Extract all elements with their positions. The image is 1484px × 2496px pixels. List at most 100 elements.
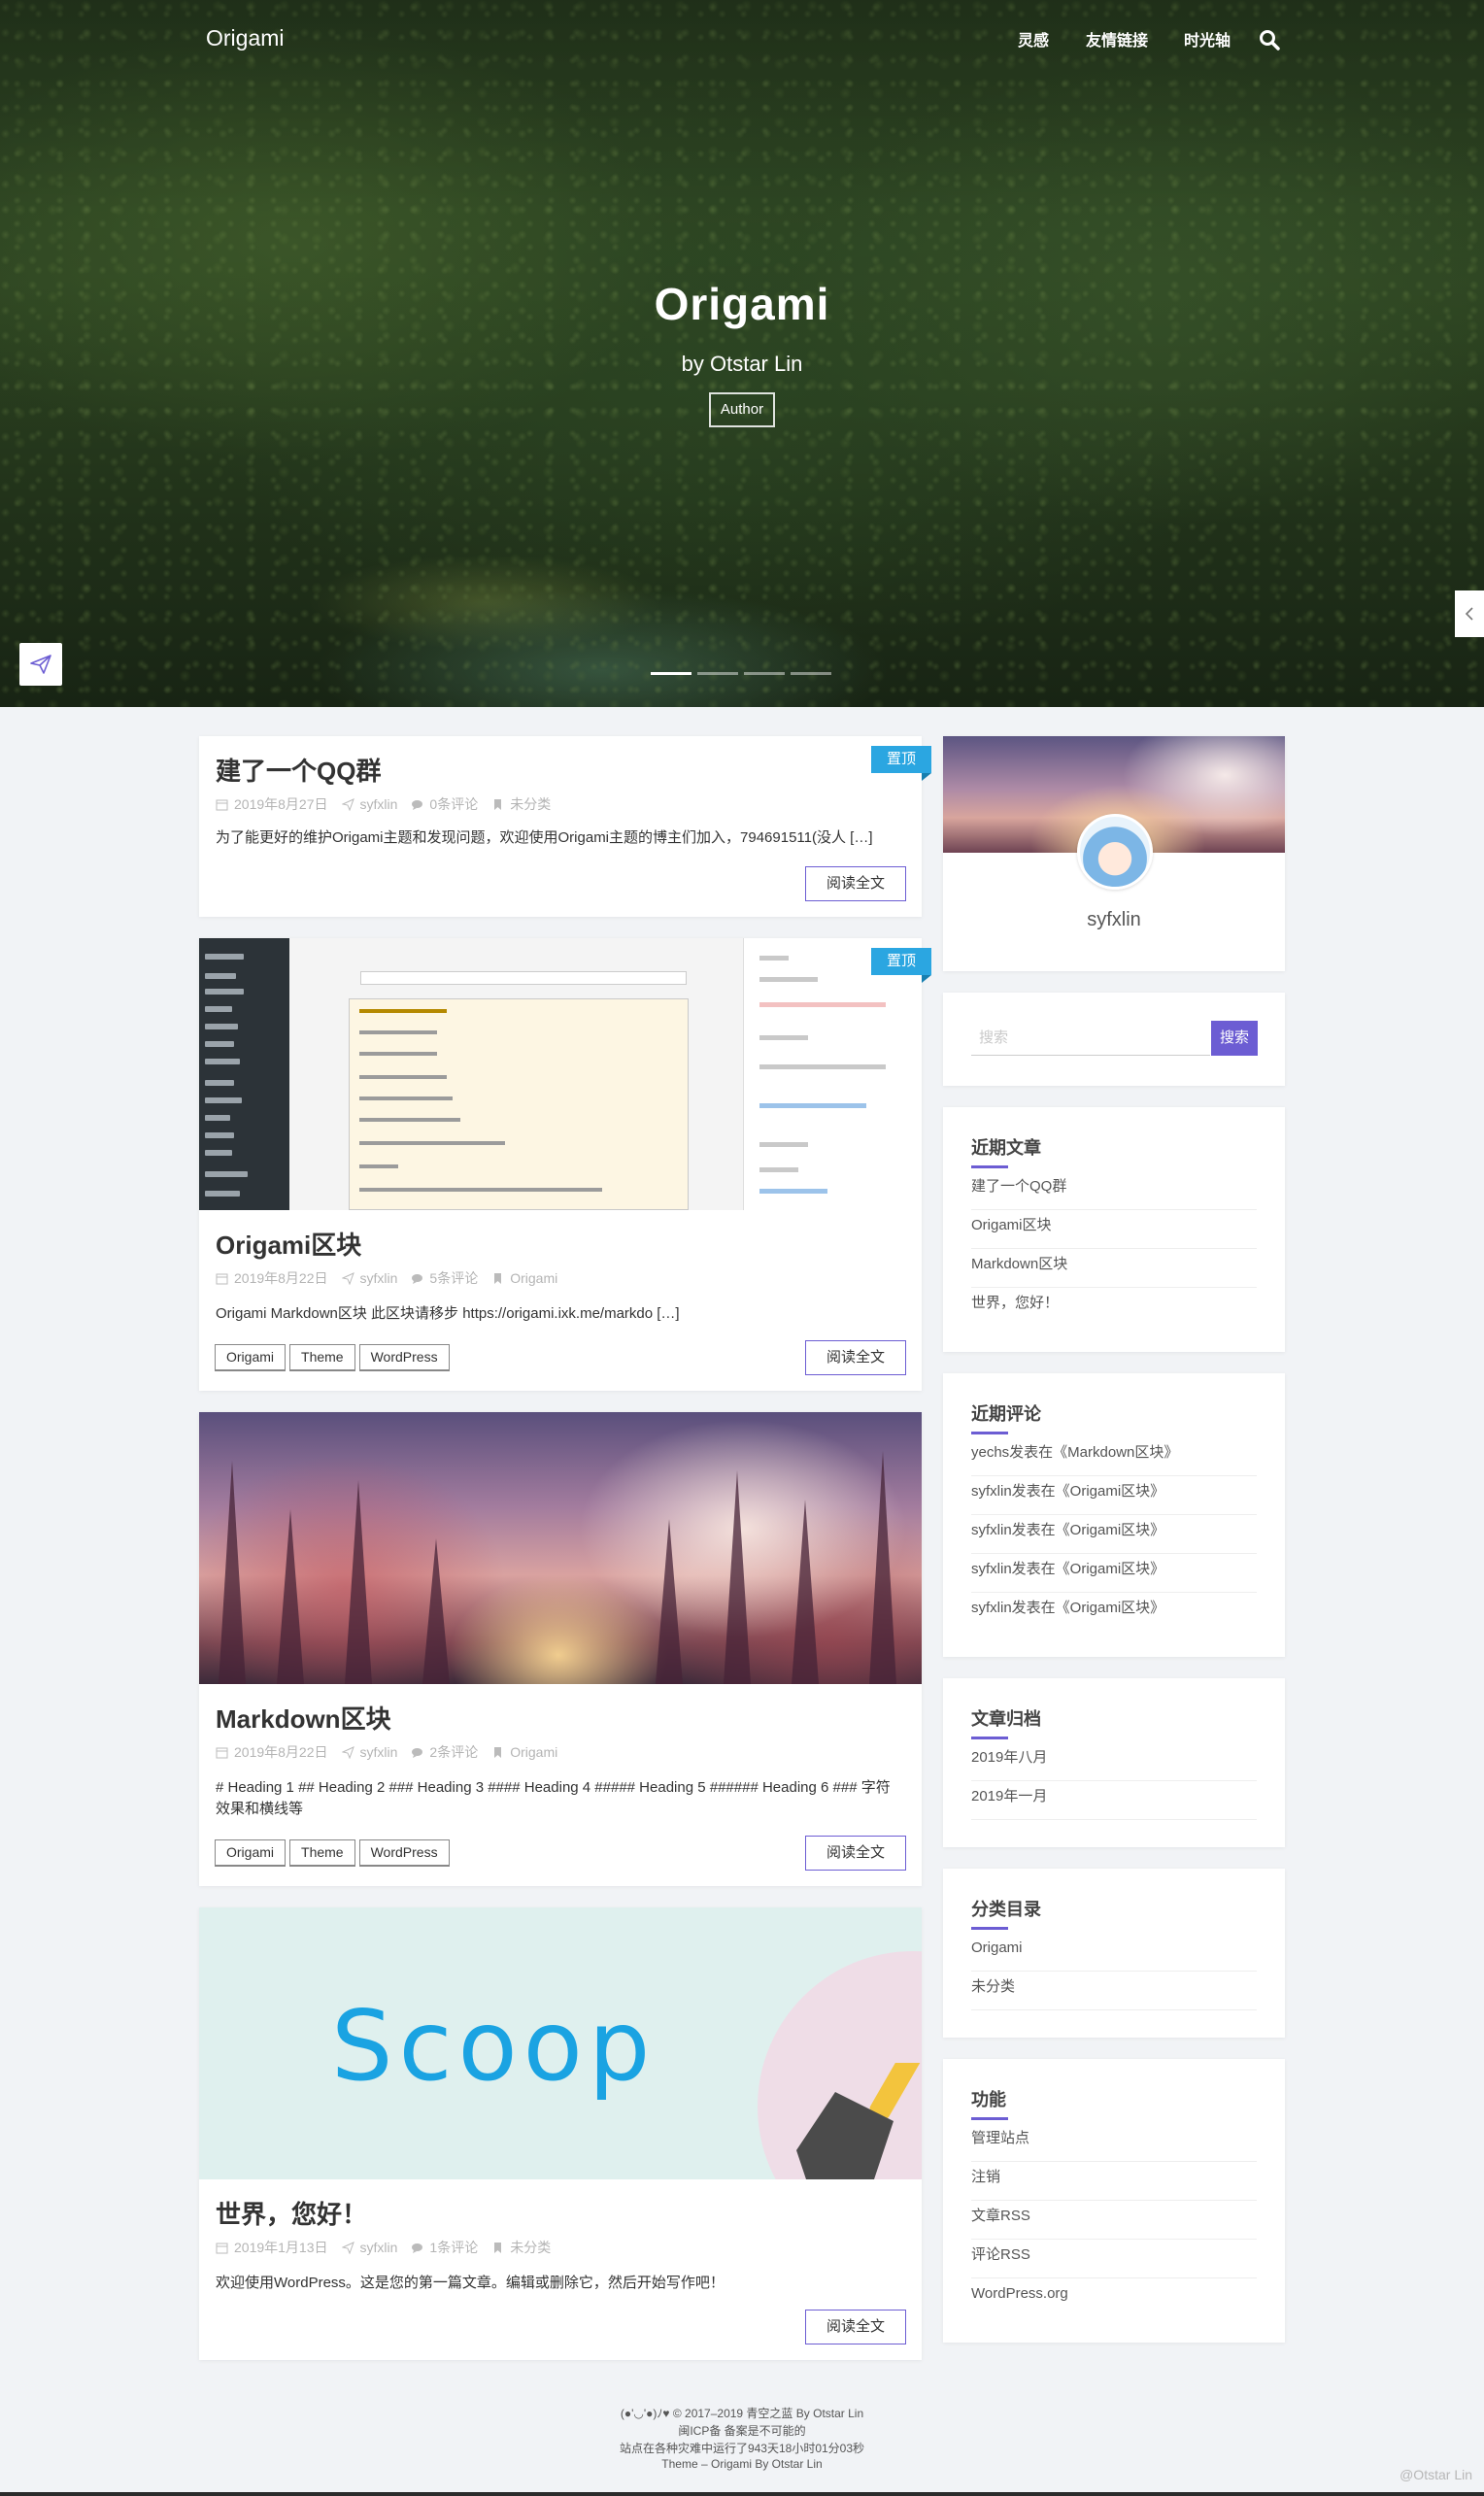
post-thumbnail[interactable]: Scoop [199,1907,922,2179]
recent-comment-link[interactable]: syfxlin发表在《Origami区块》 [971,1515,1257,1554]
calendar-icon [216,2243,228,2253]
meta-link-wordpress[interactable]: WordPress.org [971,2278,1257,2317]
tag[interactable]: WordPress [358,1839,450,1867]
bookmark-icon [494,798,502,810]
post-thumbnail[interactable] [199,938,922,1210]
post-title[interactable]: Markdown区块 [216,1700,391,1736]
footer-icp[interactable]: 闽ICP备 备案是不可能的 [0,2422,1484,2439]
recent-comment-link[interactable]: syfxlin发表在《Origami区块》 [971,1593,1257,1632]
recent-comment-link[interactable]: syfxlin发表在《Origami区块》 [971,1554,1257,1593]
calendar-icon [216,1273,228,1284]
post-author[interactable]: syfxlin [360,1744,398,1760]
post-title[interactable]: Origami区块 [216,1226,361,1262]
nav-item-links[interactable]: 友情链接 [1086,27,1148,51]
footer-theme[interactable]: Theme – Origami By Otstar Lin [0,2457,1484,2471]
chevron-left-icon [1465,607,1473,621]
post-date: 2019年8月22日 [234,1270,328,1286]
post-thumbnail[interactable] [199,1412,922,1684]
read-more-button[interactable]: 阅读全文 [805,2310,906,2344]
post-comments[interactable]: 1条评论 [429,2238,478,2257]
footer-copyright: (●'◡'●)ﾉ♥ © 2017–2019 青空之蓝 By Otstar Lin [620,2407,864,2420]
post-comments[interactable]: 0条评论 [429,794,478,814]
paper-plane-icon [341,2241,354,2254]
archive-link[interactable]: 2019年一月 [971,1781,1257,1820]
tag[interactable]: Theme [289,1344,355,1371]
category-link[interactable]: 未分类 [971,1972,1257,2010]
carousel-dot[interactable] [744,672,785,675]
tag[interactable]: Theme [289,1839,355,1867]
search-input[interactable] [971,1021,1210,1056]
comment-icon [412,1273,423,1284]
post-comments[interactable]: 2条评论 [429,1742,478,1762]
read-more-button[interactable]: 阅读全文 [805,1836,906,1871]
post-author[interactable]: syfxlin [360,1270,398,1286]
tag[interactable]: WordPress [358,1344,450,1371]
read-more-button[interactable]: 阅读全文 [805,866,906,901]
search-widget: 搜索 [943,993,1285,1086]
search-button[interactable]: 搜索 [1211,1021,1258,1056]
meta-link-posts-rss[interactable]: 文章RSS [971,2201,1257,2240]
meta-link-admin[interactable]: 管理站点 [971,2123,1257,2162]
meta-link-comments-rss[interactable]: 评论RSS [971,2240,1257,2278]
nav-item-timeline[interactable]: 时光轴 [1184,27,1231,51]
read-more-button[interactable]: 阅读全文 [805,1340,906,1375]
sidebar-toggle-button[interactable] [1455,590,1484,637]
recent-post-link[interactable]: 世界，您好！ [971,1288,1257,1327]
carousel-dot[interactable] [651,672,691,675]
post-category[interactable]: 未分类 [510,2238,551,2257]
post-card: 置顶 Origami区块 2019年8月22日 syfxlin 5条评论 Ori… [199,938,931,1391]
post-meta: 2019年1月13日 syfxlin 1条评论 未分类 [216,2238,558,2257]
author-badge[interactable]: Author [709,392,775,427]
hero-title: Origami [654,279,830,329]
widget-title: 文章归档 [971,1705,1041,1739]
tag[interactable]: Origami [215,1839,287,1867]
categories-widget: 分类目录 Origami 未分类 [943,1869,1285,2038]
archive-link[interactable]: 2019年八月 [971,1742,1257,1781]
recent-comment-link[interactable]: syfxlin发表在《Origami区块》 [971,1476,1257,1515]
bookmark-icon [494,1746,502,1758]
post-card: Scoop 世界，您好！ 2019年1月13日 syfxlin 1条评论 未分类… [199,1907,922,2360]
recent-post-link[interactable]: 建了一个QQ群 [971,1171,1257,1210]
code-block-image [349,998,689,1210]
post-comments[interactable]: 5条评论 [429,1268,478,1288]
sticky-badge: 置顶 [871,948,931,983]
post-excerpt: 欢迎使用WordPress。这是您的第一篇文章。编辑或删除它，然后开始写作吧！ [216,2275,725,2291]
post-category[interactable]: Origami [510,1744,557,1760]
recent-comment-link[interactable]: yechs发表在《Markdown区块》 [971,1437,1257,1476]
post-author[interactable]: syfxlin [360,796,398,812]
carousel-dot[interactable] [791,672,831,675]
carousel-indicators [651,672,835,675]
editor-sidebar-image [199,938,289,1210]
post-card: 置顶 建了一个QQ群 2019年8月27日 syfxlin 0条评论 未分类 为… [199,736,931,917]
post-title[interactable]: 建了一个QQ群 [216,752,381,788]
bottom-bar [0,2492,1484,2496]
send-button[interactable] [19,643,62,686]
profile-name: syfxlin [1087,909,1141,930]
post-category[interactable]: 未分类 [510,794,551,814]
search-icon[interactable] [1259,29,1280,51]
shovel-icon [796,2063,922,2179]
post-category[interactable]: Origami [510,1270,557,1286]
paper-plane-icon [341,1745,354,1759]
footer-watermark: @Otstar Lin [1400,2467,1472,2482]
post-title[interactable]: 世界，您好！ [216,2195,367,2231]
nav-item-inspiration[interactable]: 灵感 [1018,27,1049,51]
tag[interactable]: Origami [215,1344,287,1371]
profile-widget: syfxlin [943,736,1285,971]
post-date: 2019年8月22日 [234,1744,328,1760]
recent-post-link[interactable]: Markdown区块 [971,1249,1257,1288]
recent-post-link[interactable]: Origami区块 [971,1210,1257,1249]
post-author[interactable]: syfxlin [360,2240,398,2255]
category-link[interactable]: Origami [971,1933,1257,1972]
calendar-icon [216,1747,228,1758]
meta-link-logout[interactable]: 注销 [971,2162,1257,2201]
hero-subtitle: by Otstar Lin [681,352,803,376]
post-meta: 2019年8月27日 syfxlin 0条评论 未分类 [216,794,558,814]
post-meta: 2019年8月22日 syfxlin 5条评论 Origami [216,1268,565,1288]
comment-icon [412,2243,423,2253]
site-logo[interactable]: Origami [206,25,285,51]
avatar[interactable] [1077,814,1153,890]
meta-widget: 功能 管理站点 注销 文章RSS 评论RSS WordPress.org [943,2059,1285,2343]
carousel-dot[interactable] [697,672,738,675]
post-excerpt: Origami Markdown区块 此区块请移步 https://origam… [216,1305,680,1322]
